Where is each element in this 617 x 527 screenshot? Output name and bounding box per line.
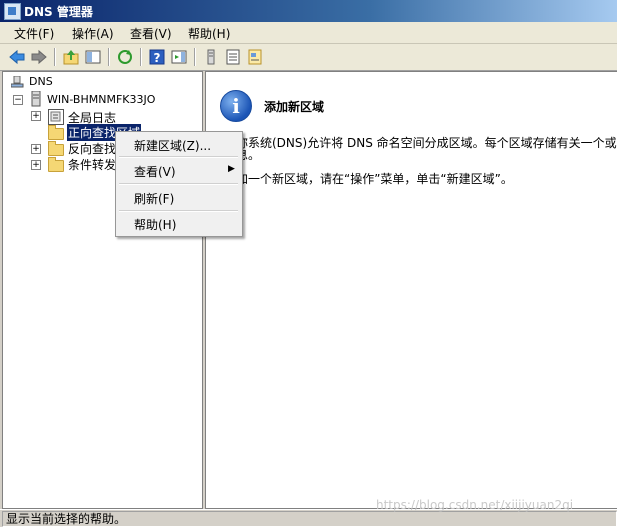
ctx-new-zone-label: 新建区域(Z)... [134,139,212,153]
ctx-help[interactable]: 帮助(H) [116,212,242,234]
menu-help[interactable]: 帮助(H) [185,25,233,42]
tree-server-node[interactable]: WIN-BHMNMFK33JO [47,93,155,106]
tree-conditional-forwarders[interactable]: 条件转发 [68,156,116,173]
properties-icon[interactable] [246,48,264,66]
toolbar-separator [194,48,196,66]
window-title: DNS 管理器 [24,5,93,19]
title-bar: DNS 管理器 [0,0,617,22]
expand-conditional-forwarders-toggle[interactable]: + [31,160,41,170]
toolbar-separator [140,48,142,66]
menu-file[interactable]: 文件(F) [11,25,57,42]
ctx-view[interactable]: 查看(V) ▶ [116,159,242,181]
folder-icon [48,141,64,156]
ctx-refresh-label: 刷新(F) [134,192,175,206]
expand-reverse-lookup-toggle[interactable]: + [31,144,41,154]
toolbar-separator [108,48,110,66]
content-line-3: 加一个新区域，请在“操作”菜单，单击“新建区域”。 [236,172,513,186]
toolbar: ? [0,44,617,71]
menu-action[interactable]: 操作(A) [69,25,117,42]
dns-root-icon [10,75,25,88]
list-icon[interactable] [224,48,242,66]
content-heading: 添加新区域 [264,100,325,114]
tree-reverse-lookup-zone[interactable]: 反向查找 [68,140,116,157]
action-pane-icon[interactable] [170,48,188,66]
submenu-arrow-icon: ▶ [228,164,235,174]
status-text: 显示当前选择的帮助。 [2,511,617,527]
show-hide-tree-icon[interactable] [84,48,102,66]
tree-root-dns[interactable]: DNS [29,75,53,88]
folder-icon [48,157,64,172]
expand-global-log-toggle[interactable]: + [31,111,41,121]
dns-app-icon [4,3,21,20]
content-line-1: 称系统(DNS)允许将 DNS 命名空间分成区域。每个区域存储有关一个或 [236,136,617,150]
collapse-server-toggle[interactable]: − [13,95,23,105]
help-icon[interactable]: ? [148,48,166,66]
log-icon [48,109,64,125]
up-folder-icon[interactable] [62,48,80,66]
ctx-refresh[interactable]: 刷新(F) [116,186,242,208]
folder-icon [48,125,64,140]
server-icon [31,90,41,107]
ctx-view-label: 查看(V) [134,165,176,179]
context-menu: 新建区域(Z)... 查看(V) ▶ 刷新(F) 帮助(H) [115,131,243,237]
info-icon: i [220,90,252,122]
ctx-separator [119,183,238,185]
watermark: https://blog.csdn.net/xiijiyuan2qi [376,498,574,512]
ctx-new-zone[interactable]: 新建区域(Z)... [116,133,242,155]
forward-arrow-icon[interactable] [30,48,48,66]
svg-text:?: ? [154,51,161,65]
menu-bar: 文件(F) 操作(A) 查看(V) 帮助(H) [0,22,617,44]
toolbar-separator [54,48,56,66]
server-icon[interactable] [202,48,220,66]
back-arrow-icon[interactable] [8,48,26,66]
refresh-icon[interactable] [116,48,134,66]
ctx-help-label: 帮助(H) [134,218,177,232]
ctx-separator [119,156,238,158]
menu-view[interactable]: 查看(V) [127,25,175,42]
